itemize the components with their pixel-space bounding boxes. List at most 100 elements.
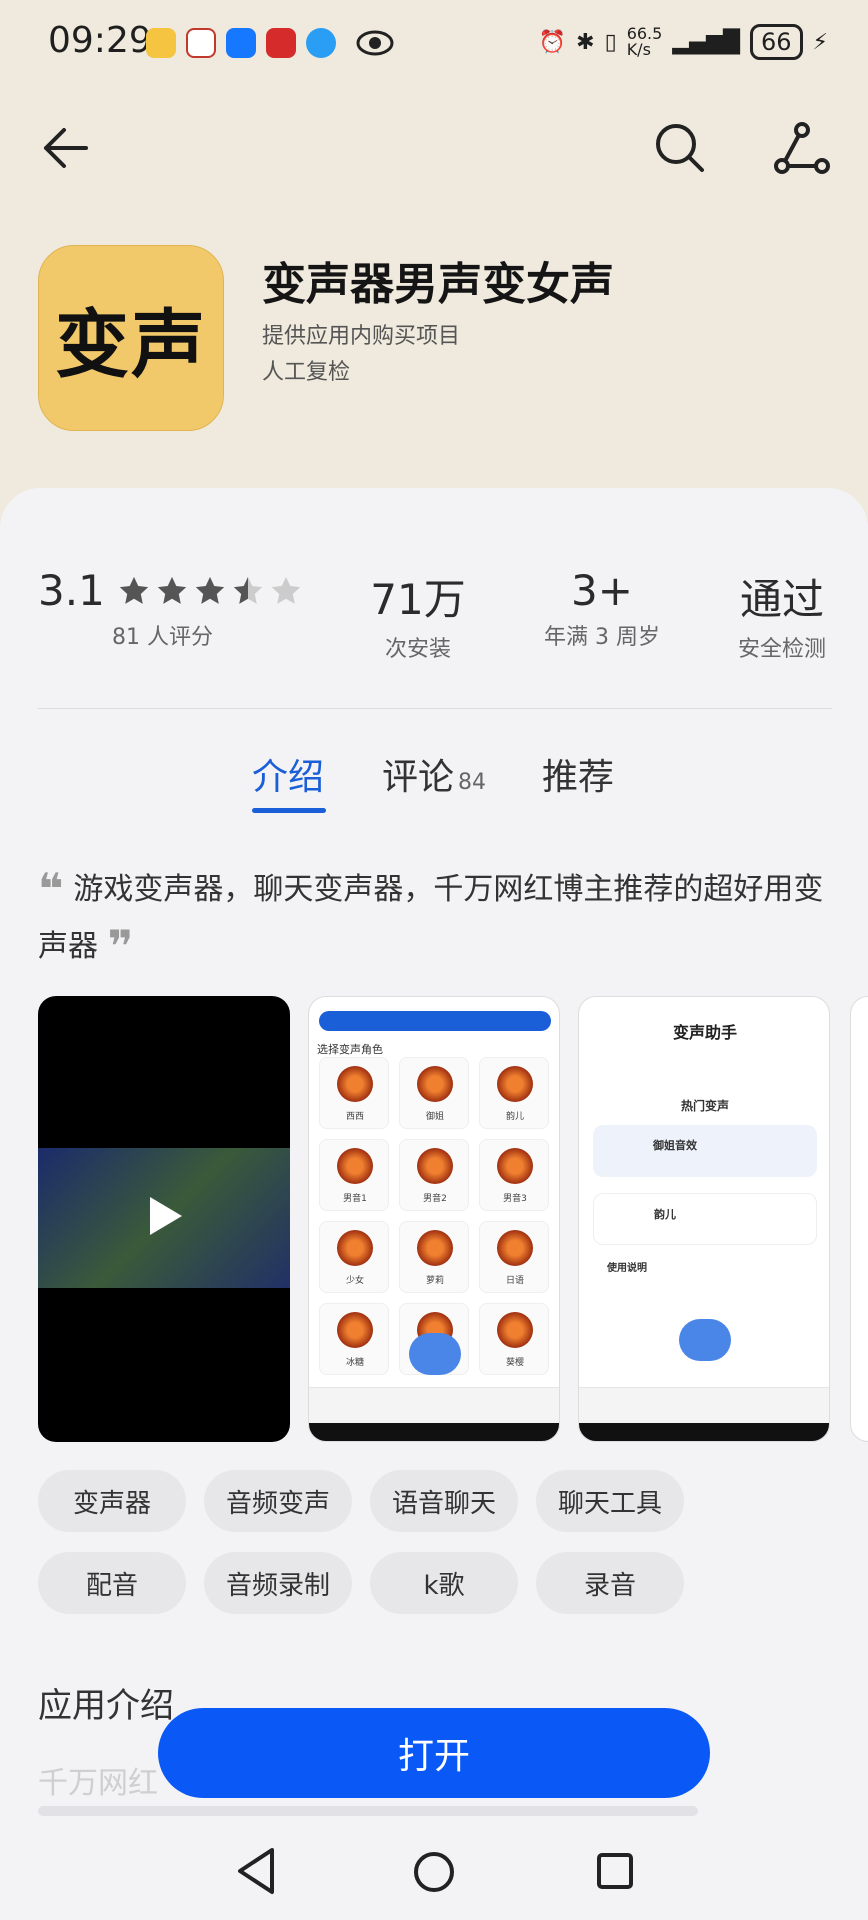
installs-stat: 71万 次安装 — [352, 566, 484, 663]
rating-value: 3.1 — [38, 566, 105, 615]
app-icon: 变声 — [38, 245, 224, 431]
promo-quote-text: 游戏变声器，聊天变声器，千万网红博主推荐的超好用变声器 — [38, 872, 824, 964]
star-empty-icon — [271, 576, 300, 604]
alarm-icon: ⏰ — [538, 29, 567, 55]
age-value: 3+ — [571, 566, 633, 615]
vibrate-icon: ▯ — [604, 29, 617, 55]
alipay-icon — [226, 28, 256, 58]
battery-icon: 66 — [750, 24, 803, 60]
voice-cell-label: 韵儿 — [505, 1112, 524, 1122]
voice-cell: 男音3 — [479, 1139, 549, 1211]
tag-chip[interactable]: 录音 — [536, 1552, 684, 1614]
browser-icon — [306, 28, 336, 58]
status-time: 09:29 — [48, 20, 152, 61]
share-icon[interactable] — [772, 120, 830, 178]
status-right: ⏰ ✱ ▯ 66.5 K/s ▂▄▆█ 66 ⚡ — [539, 24, 828, 60]
nav-recent-icon[interactable] — [596, 1852, 634, 1890]
voice-cell: 冰糖 — [319, 1303, 389, 1375]
mail-icon — [146, 28, 176, 58]
tag-chip[interactable]: k歌 — [370, 1552, 518, 1614]
avatar — [337, 1148, 373, 1184]
installs-value: 71万 — [370, 575, 466, 624]
search-icon[interactable] — [652, 120, 708, 176]
home-app-icon — [186, 28, 216, 58]
voice-cell: 葵樱 — [479, 1303, 549, 1375]
voice-cell-label: 日语 — [505, 1276, 524, 1286]
voice-cell: 韵儿 — [479, 1057, 549, 1129]
voice-cell-label: 男音3 — [503, 1194, 527, 1204]
avatar — [497, 1066, 533, 1102]
help-heading: 使用说明 — [607, 1263, 647, 1274]
avatar — [337, 1230, 373, 1266]
avatar — [497, 1312, 533, 1348]
tab-recommend[interactable]: 推荐 — [542, 748, 614, 800]
voice-cell-label: 少女 — [345, 1276, 364, 1286]
promo-quote: ❝ 游戏变声器，聊天变声器，千万网红博主推荐的超好用变声器 ❞ — [38, 862, 838, 975]
voice-cell: 日语 — [479, 1221, 549, 1293]
manual-review-note: 人工复检 — [262, 360, 351, 385]
avatar — [497, 1148, 533, 1184]
avatar — [337, 1312, 373, 1348]
voice-cell-label: 萝莉 — [425, 1276, 444, 1286]
rating-stat[interactable]: 3.1 81 人评分 — [38, 566, 303, 651]
tag-chip[interactable]: 语音聊天 — [370, 1470, 518, 1532]
voice-cell-label: 男音1 — [343, 1194, 367, 1204]
tab-reviews[interactable]: 评论 84 — [382, 748, 486, 800]
tab-reviews-label: 评论 — [382, 757, 455, 798]
app-intro-text: 千万网红 — [38, 1766, 158, 1801]
security-value: 通过 — [739, 575, 824, 624]
avatar — [417, 1066, 453, 1102]
voice-cell-label: 男音2 — [423, 1194, 447, 1204]
app-title: 变声器男声变女声 — [262, 259, 614, 310]
avatar — [417, 1148, 453, 1184]
avatar — [337, 1066, 373, 1102]
star-full-icon — [119, 576, 148, 604]
voice-cell: 御姐 — [399, 1057, 469, 1129]
voice-cell-label: 冰糖 — [345, 1358, 364, 1368]
tag-chip[interactable]: 音频录制 — [204, 1552, 352, 1614]
screenshot-carousel[interactable]: 选择变声角色 西西 御姐 韵儿 男音1 男音2 男音3 少女 萝莉 日语 冰糖 … — [38, 996, 868, 1442]
age-stat[interactable]: 3+ 年满 3 周岁 — [530, 566, 674, 651]
charging-icon: ⚡ — [812, 29, 828, 55]
signal-icon: ▂▄▆█ — [672, 29, 740, 55]
voice-card-title: 御姐音效 — [653, 1139, 697, 1152]
screenshot-2[interactable]: 选择变声角色 西西 御姐 韵儿 男音1 男音2 男音3 少女 萝莉 日语 冰糖 … — [308, 996, 560, 1442]
app-icon-text: 变声 — [55, 301, 207, 388]
installs-label: 次安装 — [384, 637, 451, 662]
mini-banner — [319, 1011, 551, 1031]
voice-cell: 少女 — [319, 1221, 389, 1293]
video-preview[interactable] — [38, 996, 290, 1442]
star-full-icon — [195, 576, 224, 604]
red-app-icon — [266, 28, 296, 58]
open-button[interactable]: 打开 — [158, 1708, 710, 1798]
avatar — [497, 1230, 533, 1266]
rating-stars — [117, 574, 303, 608]
tag-chip[interactable]: 音频变声 — [204, 1470, 352, 1532]
screenshot-2-title: 选择变声角色 — [317, 1043, 383, 1056]
star-full-icon — [157, 576, 186, 604]
tag-chip[interactable]: 聊天工具 — [536, 1470, 684, 1532]
hot-voice-heading: 热门变声 — [680, 1099, 729, 1113]
security-stat[interactable]: 通过 安全检测 — [722, 566, 842, 663]
play-icon[interactable] — [138, 1191, 188, 1241]
back-arrow-icon[interactable] — [38, 120, 94, 176]
screenshot-3-title: 变声助手 — [672, 1023, 737, 1042]
nav-home-icon[interactable] — [412, 1850, 456, 1894]
tag-chip[interactable]: 配音 — [38, 1552, 186, 1614]
nav-back-icon[interactable] — [234, 1846, 278, 1896]
star-half-icon — [233, 576, 262, 604]
tab-active-indicator — [252, 808, 326, 813]
voice-cell-label: 葵樱 — [505, 1358, 524, 1368]
mini-system-nav — [579, 1423, 829, 1441]
screenshot-3[interactable]: 变声助手 热门变声 御姐音效 韵儿 使用说明 — [578, 996, 830, 1442]
voice-cell-label: 西西 — [345, 1112, 364, 1122]
network-speed: 66.5 K/s — [626, 24, 663, 59]
tab-intro[interactable]: 介绍 — [252, 748, 324, 800]
tag-chip[interactable]: 变声器 — [38, 1470, 186, 1532]
mic-icon — [679, 1319, 731, 1361]
security-label: 安全检测 — [737, 637, 826, 662]
voice-cell: 萝莉 — [399, 1221, 469, 1293]
voice-card: 韵儿 — [593, 1193, 817, 1245]
screenshot-4-peek[interactable] — [850, 996, 868, 1442]
voice-cell: 西西 — [319, 1057, 389, 1129]
